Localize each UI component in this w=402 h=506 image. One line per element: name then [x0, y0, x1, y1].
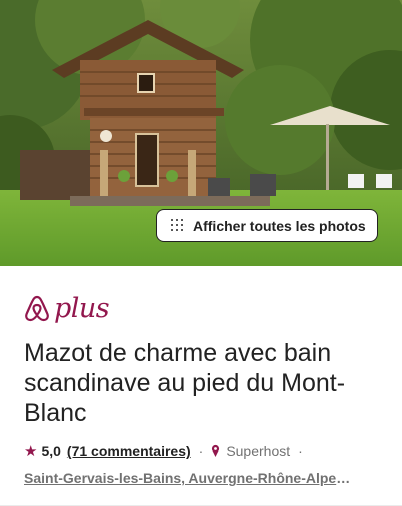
separator-dot: ·	[298, 443, 303, 459]
grid-dots-icon	[171, 218, 185, 233]
superhost-label: Superhost	[226, 443, 291, 459]
listing-title: Mazot de charme avec bain scandinave au …	[24, 339, 346, 427]
star-icon: ★	[24, 443, 38, 460]
reviews-link[interactable]: (71 commentaires)	[67, 443, 191, 459]
location-link[interactable]: Saint-Gervais-les-Bains, Auvergne-Rhône-…	[24, 470, 354, 486]
listing-meta-row: ★ 5,0 (71 commentaires) · Superhost ·	[24, 442, 394, 460]
superhost-medal-icon	[211, 444, 220, 458]
hero-photo[interactable]: Afficher toutes les photos	[0, 0, 402, 266]
show-all-photos-button[interactable]: Afficher toutes les photos	[156, 209, 378, 242]
airbnb-belo-icon	[25, 295, 49, 322]
show-all-photos-label: Afficher toutes les photos	[193, 217, 366, 234]
airbnb-plus-logo: plus	[24, 290, 110, 326]
plus-wordmark: plus	[54, 292, 110, 324]
separator-dot: ·	[198, 443, 204, 459]
rating-value: 5,0	[41, 443, 61, 459]
